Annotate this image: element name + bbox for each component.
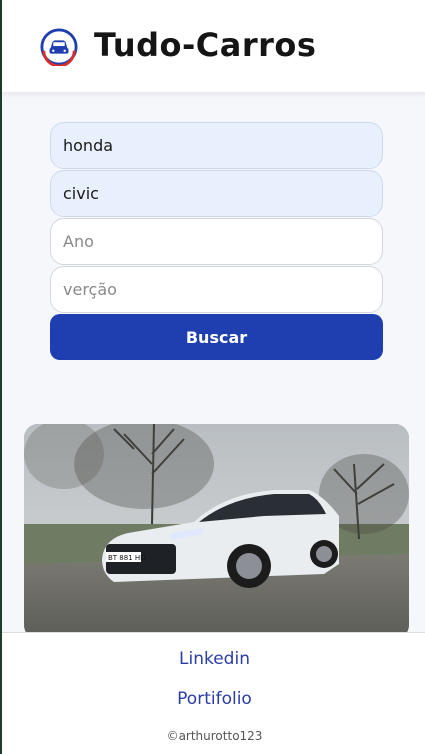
app-header: Tudo-Carros: [2, 0, 425, 92]
car-result-image: BT 881 HD: [24, 424, 409, 639]
portfolio-link[interactable]: Portifolio: [2, 689, 425, 709]
version-input[interactable]: [50, 266, 383, 313]
page-footer: Linkedin Portifolio ©arthurotto123: [2, 632, 425, 754]
brand-input[interactable]: [50, 122, 383, 169]
license-plate: BT 881 HD: [108, 554, 146, 562]
search-form: Buscar: [50, 122, 383, 360]
model-input[interactable]: [50, 170, 383, 217]
linkedin-link[interactable]: Linkedin: [2, 649, 425, 669]
year-input[interactable]: [50, 218, 383, 265]
copyright-text: ©arthurotto123: [166, 729, 263, 743]
search-button[interactable]: Buscar: [50, 314, 383, 360]
car-logo-icon[interactable]: [40, 28, 78, 66]
car-photo: BT 881 HD: [24, 424, 409, 639]
brand-title[interactable]: Tudo-Carros: [94, 26, 316, 64]
